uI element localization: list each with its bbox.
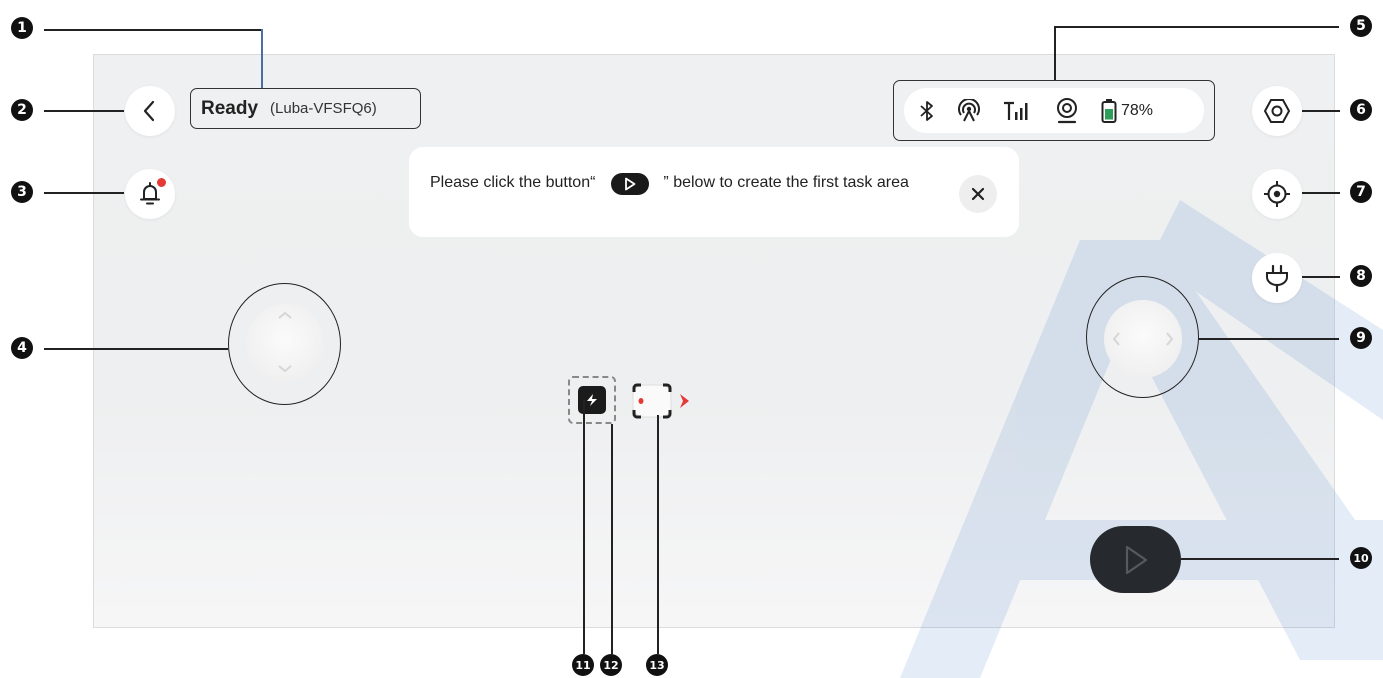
plug-icon [1266, 264, 1288, 293]
callout-line-10 [1181, 558, 1339, 560]
callout-1: 1 [11, 17, 33, 39]
callout-12: 12 [600, 654, 622, 676]
close-hint-button[interactable] [959, 175, 997, 213]
callout-line-13 [657, 415, 659, 654]
chevron-left-icon [143, 100, 155, 122]
cellular-signal-icon [1003, 100, 1033, 122]
charging-button[interactable] [1252, 253, 1302, 303]
callout-line-4 [44, 348, 228, 350]
callout-line-2 [44, 110, 124, 112]
device-status: Ready (Luba-VFSFQ6) [190, 88, 421, 129]
callout-3: 3 [11, 181, 33, 203]
forward-back-joystick[interactable] [246, 304, 324, 382]
locate-button[interactable] [1252, 169, 1302, 219]
annotated-screenshot: Ready (Luba-VFSFQ6) 78% Please click the… [0, 0, 1383, 678]
battery-status: 78% [1101, 98, 1153, 124]
settings-button[interactable] [1252, 86, 1302, 136]
play-icon [611, 173, 650, 195]
status-state: Ready [201, 97, 259, 119]
callout-6: 6 [1350, 99, 1372, 121]
play-icon [1125, 545, 1147, 574]
hexagon-settings-icon [1263, 99, 1291, 123]
callout-line-9 [1199, 338, 1339, 340]
callout-line-5 [1054, 26, 1339, 28]
hint-message-before: Please click the button“ [430, 174, 596, 191]
crosshair-icon [1264, 181, 1290, 207]
rtk-antenna-icon [957, 98, 981, 123]
status-pill[interactable]: 78% [904, 88, 1204, 133]
callout-line-7 [1302, 192, 1340, 194]
callout-13: 13 [646, 654, 668, 676]
callout-line-12 [611, 424, 613, 654]
bluetooth-icon [919, 100, 935, 122]
callout-line-11 [583, 400, 585, 654]
battery-icon [1101, 98, 1117, 123]
notifications-button[interactable] [125, 169, 175, 219]
hint-toast: Please click the button“ ” below to creat… [409, 147, 1019, 237]
lightning-icon [587, 394, 597, 406]
callout-9: 9 [1350, 327, 1372, 349]
close-icon [971, 187, 985, 201]
callout-line-6 [1302, 110, 1340, 112]
mower-icon[interactable] [630, 382, 690, 420]
battery-percent: 78% [1121, 101, 1154, 119]
charging-station-area [568, 376, 616, 424]
hint-message: Please click the button“ ” below to creat… [430, 170, 930, 195]
up-down-arrows-icon [278, 311, 292, 373]
callout-line-8 [1302, 276, 1340, 278]
callout-2: 2 [11, 99, 33, 121]
callout-line-1-drop [261, 29, 263, 88]
callout-line-3 [44, 192, 124, 194]
camera-icon [1055, 97, 1079, 124]
callout-line-1 [44, 29, 262, 31]
callout-10: 10 [1350, 547, 1372, 569]
notification-dot [156, 177, 167, 188]
steering-joystick[interactable] [1104, 300, 1182, 378]
left-right-arrows-icon [1112, 332, 1174, 346]
connectivity-status: 78% [893, 80, 1215, 141]
create-task-button[interactable] [1090, 526, 1181, 593]
back-button[interactable] [125, 86, 175, 136]
callout-8: 8 [1350, 265, 1372, 287]
device-name: (Luba-VFSFQ6) [270, 100, 377, 117]
callout-7: 7 [1350, 181, 1372, 203]
hint-message-after: ” below to create the first task area [663, 174, 909, 191]
callout-line-5-drop [1054, 26, 1056, 80]
callout-4: 4 [11, 337, 33, 359]
callout-5: 5 [1350, 15, 1372, 37]
callout-11: 11 [572, 654, 594, 676]
